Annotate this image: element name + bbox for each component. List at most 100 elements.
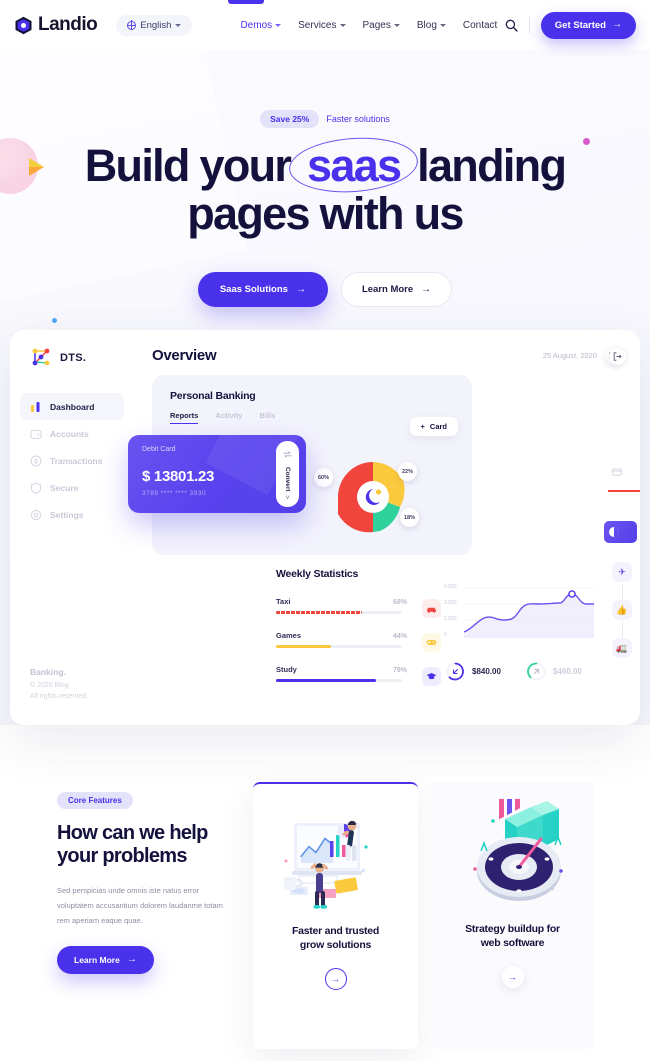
sidebar-item-transactions[interactable]: $ Transactions xyxy=(20,447,124,474)
sidebar-item-settings[interactable]: Settings xyxy=(20,501,124,528)
badge-faster-solutions: Faster solutions xyxy=(326,114,390,124)
date-label: 25 August, 2020 xyxy=(542,351,597,360)
panel-title: Personal Banking xyxy=(170,390,256,402)
nav-item-pages[interactable]: Pages xyxy=(363,20,400,31)
nav-item-contact[interactable]: Contact xyxy=(463,20,497,31)
spend-summary: $840.00 $460.00 xyxy=(446,662,582,681)
donut-percent-markets: 18% xyxy=(400,508,419,527)
arrow-right-icon: → xyxy=(612,19,622,30)
search-icon[interactable] xyxy=(505,19,518,32)
nav-label: Services xyxy=(298,19,337,31)
feature-card-1[interactable]: Faster and trusted grow solutions → xyxy=(253,782,418,1049)
thumbs-up-icon: 👍 xyxy=(612,600,632,620)
hero-title-line2: pages with us xyxy=(187,188,464,240)
user-profile: John Gnabry ❮❯ ❮❯ xyxy=(604,370,640,546)
progress-bar-bg xyxy=(276,645,402,648)
list-item[interactable]: 👍 Bro Invite 10 friends − xyxy=(612,600,640,640)
spend-item: $460.00 xyxy=(527,662,582,681)
tab-bills[interactable]: Bills xyxy=(259,411,275,424)
tab-activity[interactable]: Activity xyxy=(215,411,242,424)
title-line1: Faster and trusted xyxy=(291,925,380,937)
stat-label: Study xyxy=(276,665,297,674)
landing-page: Landio English Demos Services Pages Blog… xyxy=(0,0,650,1061)
sidebar-item-accounts[interactable]: Accounts xyxy=(20,420,124,447)
profile-name: John Gnabry xyxy=(604,437,640,448)
feature-card-2[interactable]: Strategy buildup for web software → xyxy=(430,782,595,1049)
navbar: Landio English Demos Services Pages Blog… xyxy=(0,0,650,50)
hero-badges: Save 25% Faster solutions xyxy=(0,50,650,128)
feature-card-arrow-button[interactable]: → xyxy=(501,966,524,989)
dts-brand: DTS. xyxy=(10,330,134,369)
debit-card[interactable]: Debit Card $ 13801.23 3789 **** **** 393… xyxy=(128,435,306,513)
nav-label: Contact xyxy=(462,19,498,31)
spend-value: $840.00 xyxy=(472,667,501,676)
logout-icon[interactable] xyxy=(609,348,626,365)
carousel-dots[interactable] xyxy=(598,676,640,681)
stat-percent: 44% xyxy=(392,633,407,640)
arrow-right-icon: → xyxy=(126,953,137,965)
globe-icon xyxy=(127,20,137,30)
learn-more-button[interactable]: Learn More → xyxy=(340,272,453,308)
sidebar-item-dashboard[interactable]: Dashboard xyxy=(20,393,124,420)
badge-save: Save 25% xyxy=(260,110,320,128)
nav-item-blog[interactable]: Blog xyxy=(417,20,446,31)
y-axis-label-6000: 6.000 xyxy=(444,584,457,590)
get-started-button[interactable]: Get Started → xyxy=(540,11,636,39)
tab-reports[interactable]: Reports xyxy=(170,411,199,424)
button-label: Learn More xyxy=(74,954,120,965)
main-card-row[interactable]: Main Card *** 3930 → xyxy=(604,517,640,546)
donut-chart: 60% 22% 18% xyxy=(314,450,438,545)
nav-links: Demos Services Pages Blog Contact xyxy=(240,20,497,31)
dollar-circle-icon: $ xyxy=(29,454,42,467)
dashboard-footer: Banking. © 2020 Blog All rights reserved… xyxy=(30,666,88,703)
feature-card-title: Strategy buildup for web software xyxy=(430,922,595,950)
nav-item-demos[interactable]: Demos xyxy=(240,20,282,31)
progress-bar-fill xyxy=(276,611,362,614)
add-card-button[interactable]: + Card xyxy=(409,417,458,436)
features-section: Core Features How can we help your probl… xyxy=(0,725,650,1061)
stat-percent: 79% xyxy=(392,667,407,674)
dashboard-nav: Dashboard Accounts $ Transactions Secure… xyxy=(10,393,134,528)
shield-icon xyxy=(29,481,42,494)
features-heading: How can we help your problems xyxy=(57,822,232,869)
chevron-down-icon[interactable]: ˅ xyxy=(285,495,289,502)
stat-row: Games 44% xyxy=(276,631,441,652)
plus-icon: + xyxy=(420,422,425,431)
donut-percent-services: 22% xyxy=(398,462,417,481)
feature-card-arrow-button[interactable]: → xyxy=(324,968,347,991)
spending-line-chart: 6.000 3.000 1.000 0 xyxy=(444,582,594,644)
chevron-down-icon xyxy=(439,23,446,27)
nav-item-services[interactable]: Services xyxy=(298,19,346,31)
dashboard-sidebar: DTS. Dashboard Accounts $ Transactions S… xyxy=(10,330,134,725)
progress-bar-fill xyxy=(276,645,332,648)
sidebar-label: Accounts xyxy=(50,428,89,439)
list-item[interactable]: ✈ Flight Send a transfers to the card ✓ xyxy=(612,562,640,602)
stat-row: Taxi 68% xyxy=(276,597,441,618)
saas-solutions-button[interactable]: Saas Solutions → xyxy=(197,272,328,308)
brand-logo[interactable]: Landio xyxy=(14,14,98,36)
hero-title-highlight-wrap: saas xyxy=(287,133,421,197)
language-selector[interactable]: English xyxy=(116,14,193,36)
track-line xyxy=(608,490,640,492)
analytics-illustration xyxy=(253,784,418,924)
bar-chart-icon xyxy=(29,400,42,413)
gamepad-icon xyxy=(422,633,441,652)
sidebar-label: Transactions xyxy=(50,455,103,466)
nav-right: Get Started → xyxy=(505,11,636,39)
sidebar-label: Settings xyxy=(50,509,84,520)
page-title: Overview xyxy=(152,347,217,364)
donut-percent-accounts: 60% xyxy=(314,468,333,487)
decorative-dot-blue xyxy=(52,318,57,323)
spend-item: $840.00 xyxy=(446,662,501,681)
button-label: Saas Solutions xyxy=(219,284,288,296)
arrow-right-icon: → xyxy=(421,283,432,295)
sidebar-item-secure[interactable]: Secure xyxy=(20,474,124,501)
list-item[interactable]: 🚛 Apprentice Rent a car abroad xyxy=(612,638,640,658)
features-learn-more-button[interactable]: Learn More → xyxy=(57,945,154,974)
convert-panel[interactable]: Convert ˅ xyxy=(276,441,299,507)
hero-title-part1: Build your xyxy=(84,140,292,191)
progress-track[interactable]: ❮❯ ❮❯ xyxy=(604,485,640,497)
chevron-down-icon xyxy=(393,23,400,27)
feature-card-title: Faster and trusted grow solutions xyxy=(253,924,418,952)
progress-bar-bg xyxy=(276,679,402,682)
